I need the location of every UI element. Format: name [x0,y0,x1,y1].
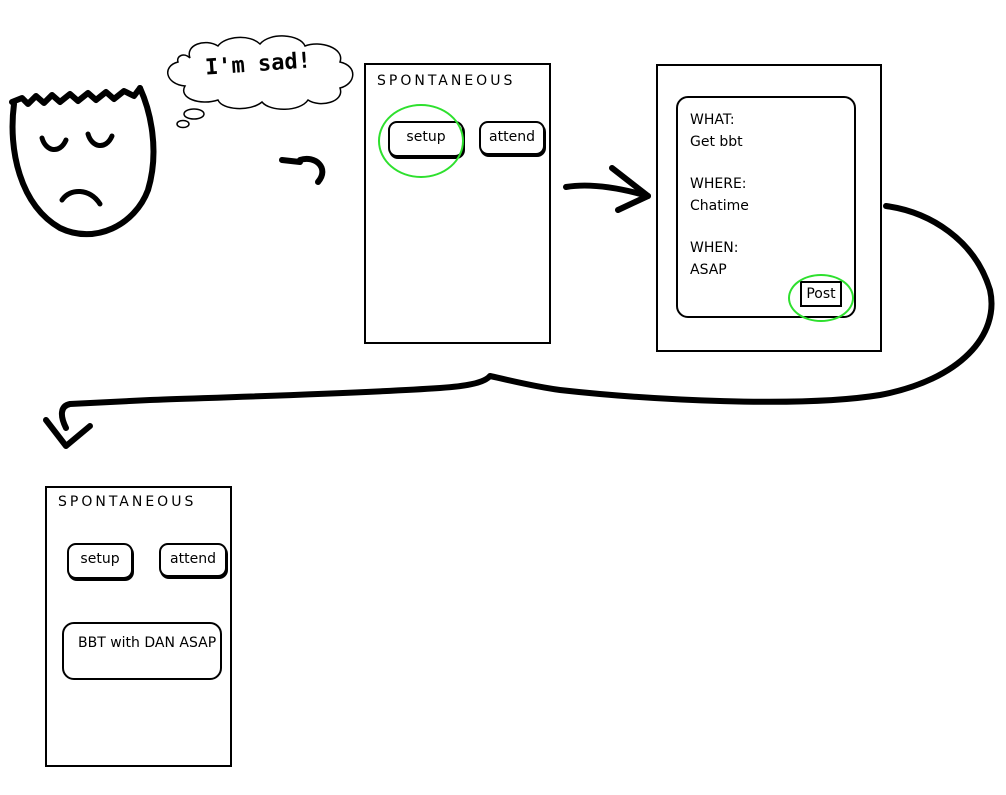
thought-bubble-icon [167,35,354,129]
arrow-icon [563,165,651,213]
setup-button[interactable]: setup [67,543,133,579]
setup-highlight [378,104,464,178]
app-title: SPONTANEOUS [58,494,197,510]
result-screen: SPONTANEOUS setup attend BBT with DAN AS… [45,486,232,767]
event-card[interactable]: BBT with DAN ASAP [62,622,222,680]
where-label: WHERE: [690,176,747,192]
home-screen: SPONTANEOUS setup attend [364,63,551,344]
when-label: WHEN: [690,240,739,256]
attend-button[interactable]: attend [479,121,545,155]
attend-button[interactable]: attend [159,543,227,577]
what-value[interactable]: Get bbt [690,134,743,150]
what-label: WHAT: [690,112,735,128]
sad-face-icon [9,85,157,238]
arrow-icon [279,155,326,185]
form-screen: WHAT: Get bbt WHERE: Chatime WHEN: ASAP … [656,64,882,352]
where-value[interactable]: Chatime [690,198,749,214]
post-highlight [788,274,854,322]
when-value[interactable]: ASAP [690,262,727,278]
app-title: SPONTANEOUS [377,73,516,89]
